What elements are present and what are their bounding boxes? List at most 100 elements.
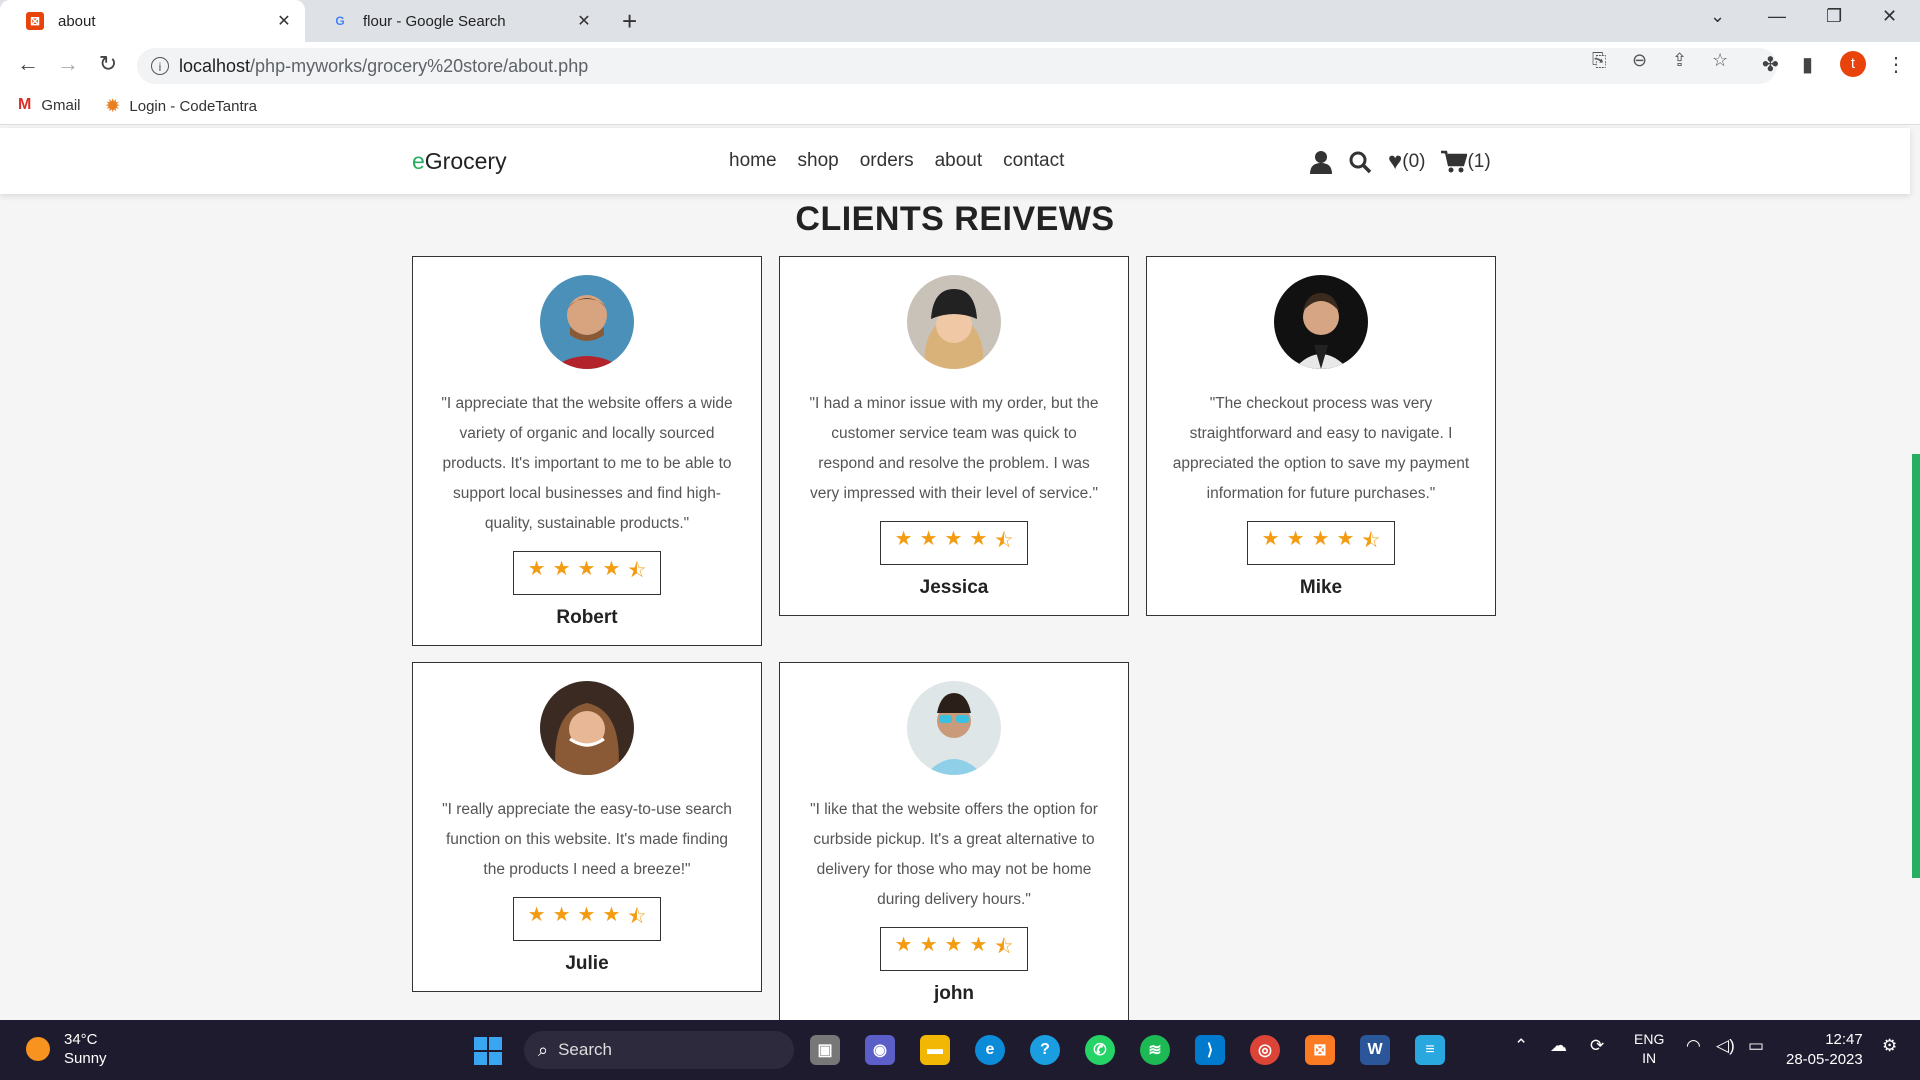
star-icon: ★ bbox=[1261, 528, 1280, 550]
browser-toolbar: ← → ↻ i localhost/php-myworks/grocery%20… bbox=[0, 42, 1920, 88]
star-icon: ★ bbox=[894, 528, 913, 550]
nav-contact[interactable]: contact bbox=[1003, 150, 1064, 172]
show-hidden-icons[interactable]: ⌃ bbox=[1514, 1036, 1528, 1056]
share-icon[interactable]: ⇪ bbox=[1672, 50, 1687, 71]
reviewer-avatar bbox=[1274, 275, 1368, 369]
star-icon: ★ bbox=[1336, 528, 1355, 550]
wishlist-button[interactable]: ♥ (0) bbox=[1388, 148, 1425, 176]
star-icon: ★ bbox=[944, 528, 963, 550]
cart-button[interactable]: (1) bbox=[1441, 150, 1491, 174]
reviews-section: CLIENTS REIVEWS "I appreciate that the w… bbox=[0, 194, 1910, 1020]
star-icon: ★ bbox=[969, 934, 988, 956]
volume-icon[interactable]: ◁) bbox=[1716, 1036, 1735, 1056]
reviewer-avatar bbox=[540, 681, 634, 775]
bookmark-star-icon[interactable]: ☆ bbox=[1712, 50, 1728, 71]
review-card: "I had a minor issue with my order, but … bbox=[779, 256, 1129, 616]
xampp-icon: ⊠ bbox=[26, 12, 44, 30]
battery-icon[interactable]: ▭ bbox=[1748, 1036, 1764, 1056]
windows-taskbar: 34°C Sunny ⌕ Search ▣ ◉ ▬ e ? ✆ ≋ ⟩ ◎ ⊠ … bbox=[0, 1020, 1920, 1080]
codetantra-icon: ✹ bbox=[106, 98, 120, 115]
clock-time: 12:47 bbox=[1825, 1031, 1863, 1048]
close-window-button[interactable]: ✕ bbox=[1882, 6, 1897, 27]
minimize-button[interactable]: — bbox=[1768, 6, 1786, 27]
system-clock[interactable]: 12:47 28-05-2023 bbox=[1786, 1030, 1863, 1070]
start-button[interactable] bbox=[474, 1037, 502, 1065]
rating-stars: ★ ★ ★ ★ ⯪ bbox=[512, 897, 662, 941]
site-info-icon[interactable]: i bbox=[151, 57, 169, 75]
whatsapp-icon[interactable]: ✆ bbox=[1085, 1035, 1115, 1065]
menu-icon[interactable]: ⋮ bbox=[1886, 52, 1906, 77]
spotify-icon[interactable]: ≋ bbox=[1140, 1035, 1170, 1065]
edge-icon[interactable]: e bbox=[975, 1035, 1005, 1065]
star-half-icon: ⯪ bbox=[1361, 530, 1381, 552]
review-card: "I really appreciate the easy-to-use sea… bbox=[412, 662, 762, 992]
xampp-taskbar-icon[interactable]: ⊠ bbox=[1305, 1035, 1335, 1065]
tab-title: about bbox=[58, 12, 96, 30]
wifi-icon[interactable]: ◠ bbox=[1686, 1036, 1701, 1056]
tab-about[interactable]: ⊠ about ✕ bbox=[0, 0, 305, 42]
chrome-icon[interactable]: ◎ bbox=[1250, 1035, 1280, 1065]
side-panel-icon[interactable]: ▮ bbox=[1802, 52, 1813, 77]
site-header: eGrocery home shop orders about contact … bbox=[0, 128, 1910, 194]
rating-stars: ★ ★ ★ ★ ⯪ bbox=[879, 521, 1029, 565]
bookmark-gmail[interactable]: M Gmail bbox=[18, 96, 81, 114]
nav-home[interactable]: home bbox=[729, 150, 777, 172]
header-icons: ♥ (0) (1) bbox=[1310, 148, 1507, 176]
star-icon: ★ bbox=[552, 558, 571, 580]
task-view-icon[interactable]: ▣ bbox=[810, 1035, 840, 1065]
rating-stars: ★ ★ ★ ★ ⯪ bbox=[879, 927, 1029, 971]
reload-button[interactable]: ↻ bbox=[94, 51, 122, 77]
wishlist-count: (0) bbox=[1402, 151, 1426, 172]
star-icon: ★ bbox=[527, 558, 546, 580]
help-icon[interactable]: ? bbox=[1030, 1035, 1060, 1065]
forward-button[interactable]: → bbox=[54, 51, 82, 77]
search-icon[interactable] bbox=[1348, 150, 1372, 174]
language-indicator[interactable]: ENG IN bbox=[1634, 1030, 1664, 1068]
close-tab-icon[interactable]: ✕ bbox=[273, 11, 295, 31]
profile-avatar[interactable]: t bbox=[1840, 51, 1866, 77]
search-icon: ⌕ bbox=[538, 1039, 549, 1060]
review-quote: "The checkout process was very straightf… bbox=[1172, 395, 1470, 502]
bookmark-label: Login - CodeTantra bbox=[129, 97, 257, 115]
new-tab-button[interactable]: + bbox=[622, 6, 637, 37]
site-logo[interactable]: eGrocery bbox=[412, 148, 507, 175]
taskbar-search[interactable]: ⌕ Search bbox=[524, 1031, 794, 1069]
sync-icon[interactable]: ⟳ bbox=[1590, 1036, 1604, 1056]
review-quote: "I had a minor issue with my order, but … bbox=[809, 395, 1099, 502]
star-icon: ★ bbox=[1286, 528, 1305, 550]
temperature: 34°C bbox=[64, 1031, 98, 1048]
star-icon: ★ bbox=[969, 528, 988, 550]
notifications-icon[interactable]: ⚙ bbox=[1882, 1036, 1897, 1056]
page-scrollbar[interactable] bbox=[1912, 454, 1920, 878]
tab-search-chevron-icon[interactable]: ⌄ bbox=[1710, 6, 1725, 27]
address-bar[interactable]: i localhost/php-myworks/grocery%20store/… bbox=[137, 48, 1777, 84]
main-nav: home shop orders about contact bbox=[729, 150, 1085, 172]
clock-date: 28-05-2023 bbox=[1786, 1051, 1863, 1068]
nav-about[interactable]: about bbox=[935, 150, 983, 172]
file-explorer-icon[interactable]: ▬ bbox=[920, 1035, 950, 1065]
extensions-icon[interactable]: ✤ bbox=[1762, 52, 1779, 77]
onedrive-icon[interactable]: ☁ bbox=[1550, 1036, 1567, 1056]
tab-google-search[interactable]: G flour - Google Search ✕ bbox=[305, 0, 605, 42]
teams-chat-icon[interactable]: ◉ bbox=[865, 1035, 895, 1065]
star-icon: ★ bbox=[919, 934, 938, 956]
zoom-out-icon[interactable]: ⊖ bbox=[1632, 50, 1647, 71]
notepad-icon[interactable]: ≡ bbox=[1415, 1035, 1445, 1065]
word-icon[interactable]: W bbox=[1360, 1035, 1390, 1065]
review-quote: "I like that the website offers the opti… bbox=[810, 801, 1098, 908]
section-title: CLIENTS REIVEWS bbox=[795, 200, 1115, 238]
weather-widget[interactable]: 34°C Sunny bbox=[26, 1030, 107, 1068]
translate-icon[interactable]: ⎘ bbox=[1592, 50, 1606, 71]
back-button[interactable]: ← bbox=[14, 51, 42, 77]
nav-orders[interactable]: orders bbox=[860, 150, 914, 172]
close-tab-icon[interactable]: ✕ bbox=[573, 11, 595, 31]
restore-button[interactable]: ❐ bbox=[1826, 6, 1842, 27]
star-icon: ★ bbox=[577, 558, 596, 580]
bookmark-codetantra[interactable]: ✹ Login - CodeTantra bbox=[106, 96, 257, 116]
user-icon[interactable] bbox=[1310, 150, 1332, 174]
bookmark-label: Gmail bbox=[41, 96, 81, 114]
star-icon: ★ bbox=[944, 934, 963, 956]
reviewer-avatar bbox=[907, 681, 1001, 775]
nav-shop[interactable]: shop bbox=[798, 150, 839, 172]
vscode-icon[interactable]: ⟩ bbox=[1195, 1035, 1225, 1065]
